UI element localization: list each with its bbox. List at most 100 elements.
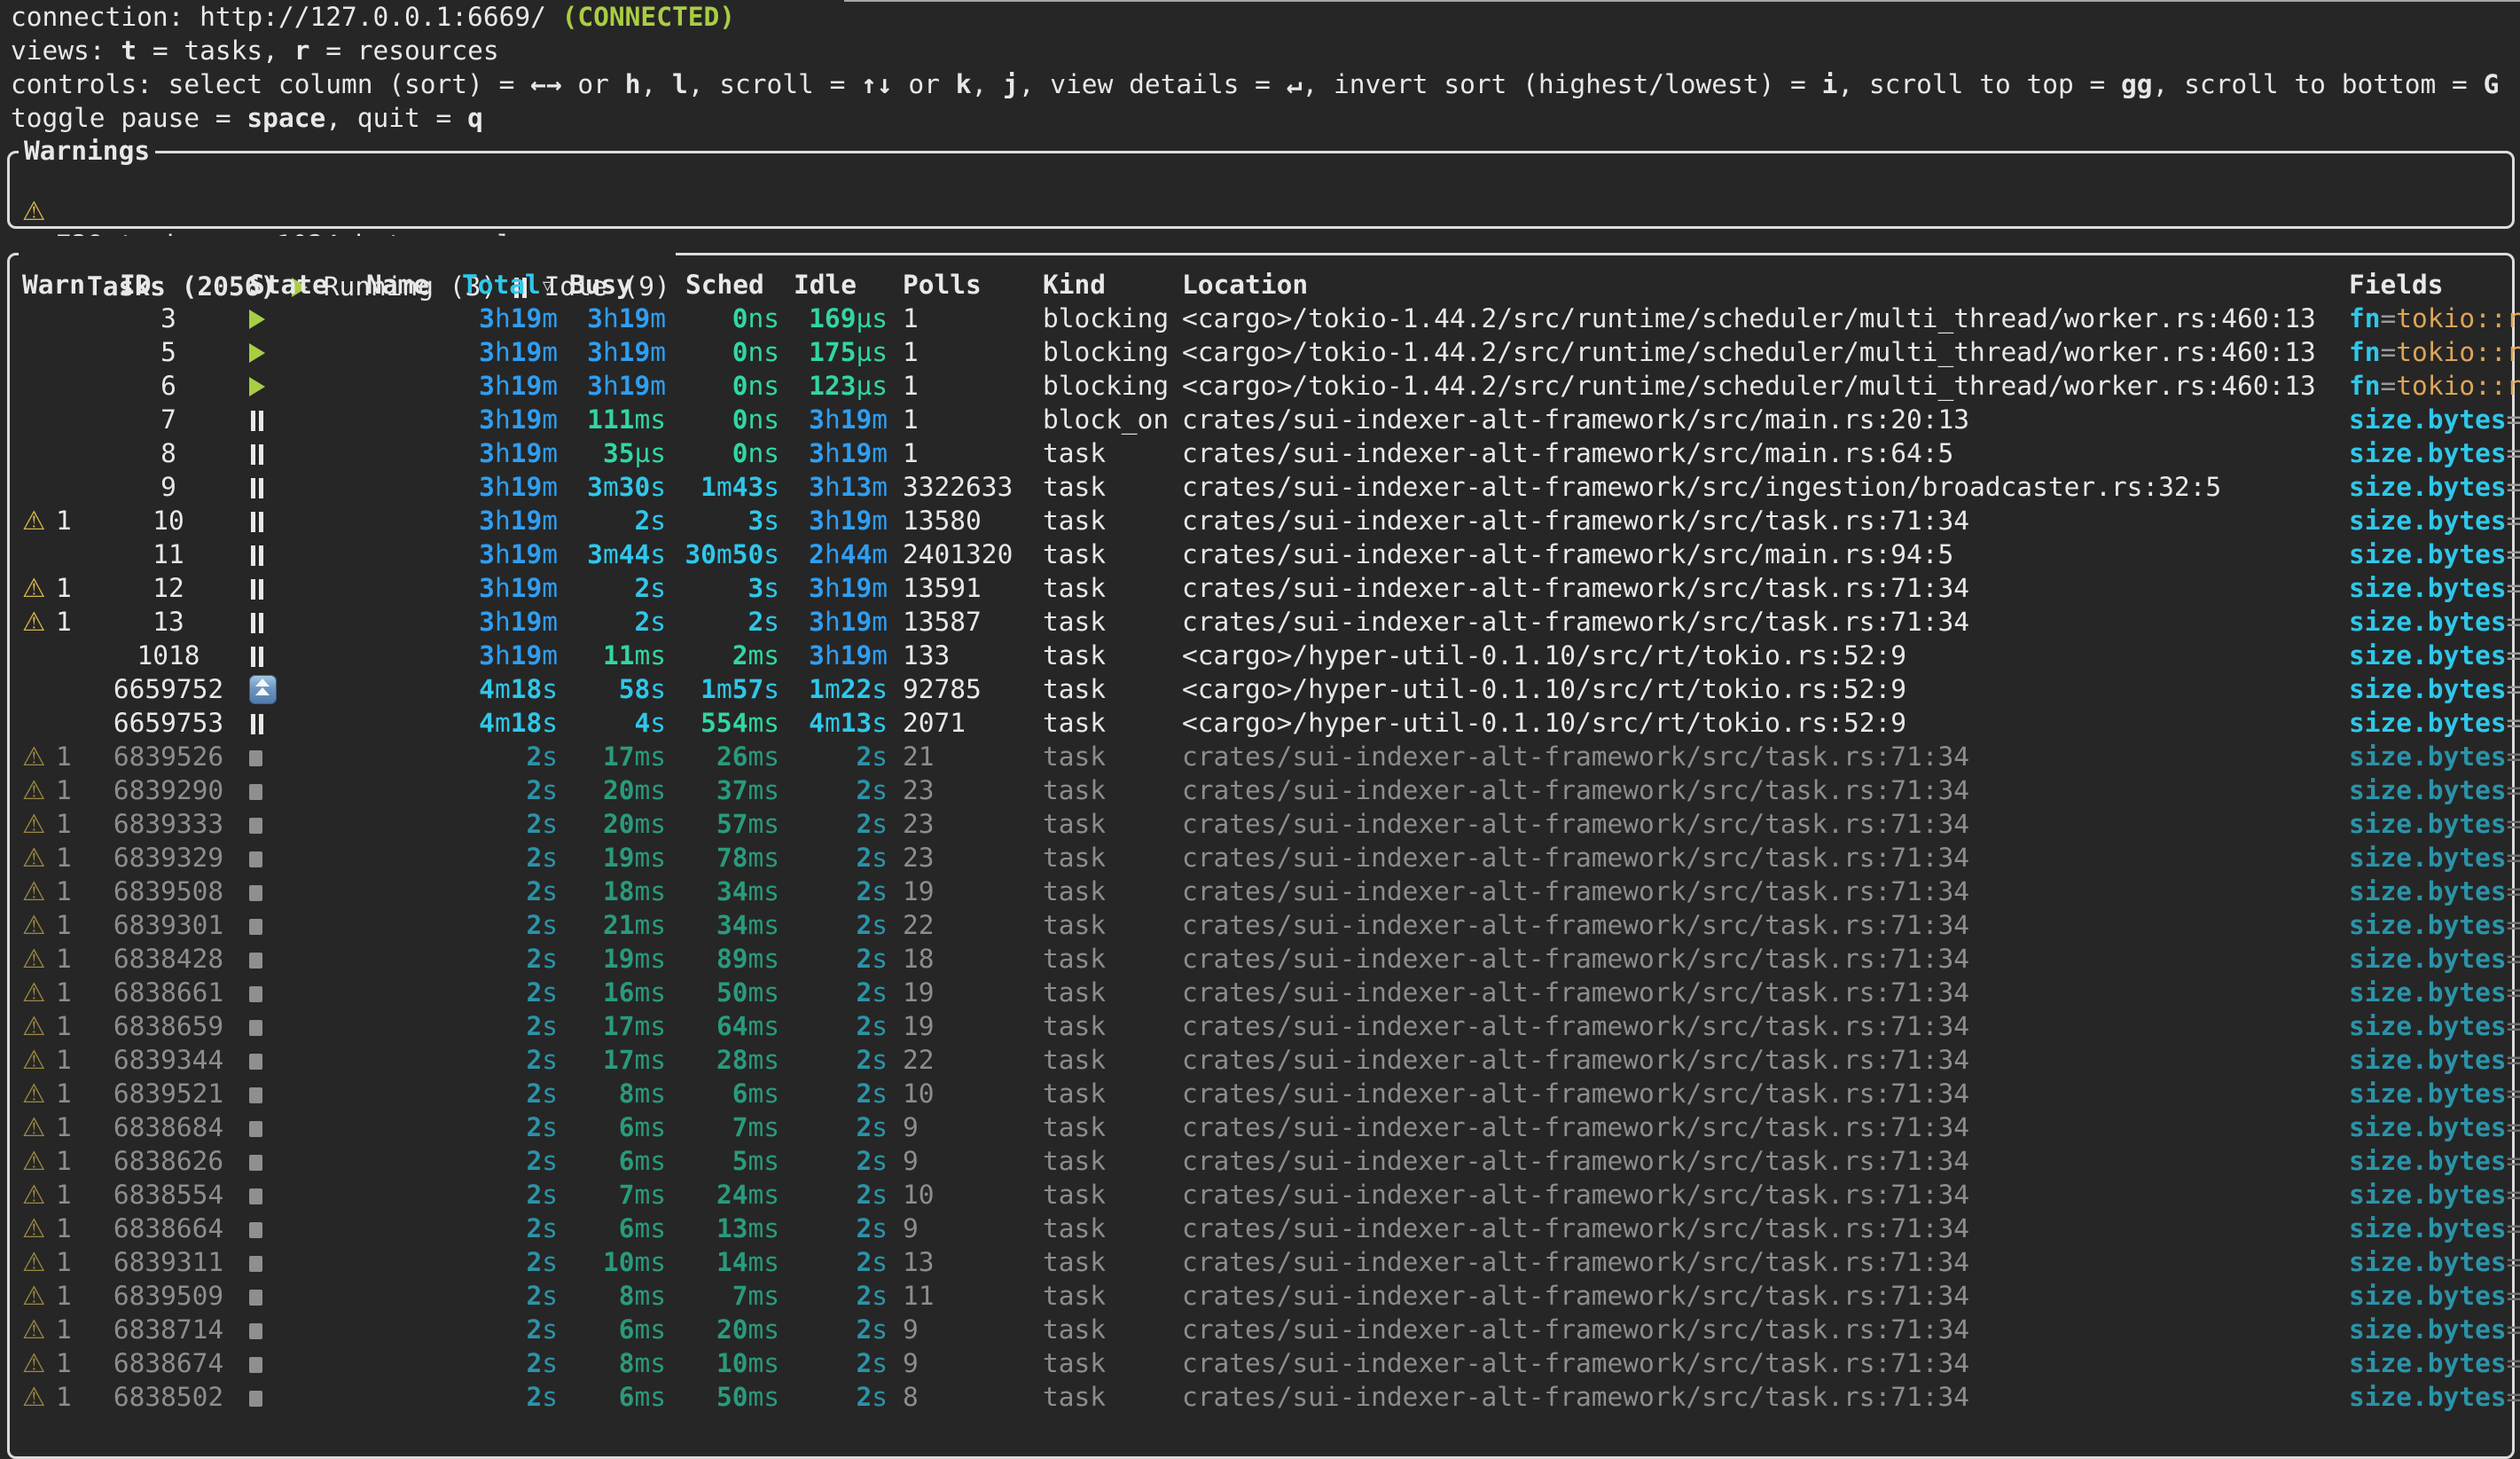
cell-task-id: 10: [104, 504, 233, 537]
task-row[interactable]: 53h19m3h19m0ns175µs1blocking<cargo>/toki…: [10, 335, 2512, 369]
task-row[interactable]: ⚠1133h19m2s2s3h19m13587taskcrates/sui-in…: [10, 605, 2512, 639]
warnings-panel: Warnings ⚠ 738 tasks are 1024 bytes or l…: [7, 151, 2515, 229]
task-row[interactable]: 66597534m18s4s554ms4m13s2071task<cargo>/…: [10, 706, 2512, 740]
task-row[interactable]: ⚠168395092s8ms7ms2s11taskcrates/sui-inde…: [10, 1279, 2512, 1313]
task-row[interactable]: 73h19m111ms0ns3h19m1block_oncrates/sui-i…: [10, 403, 2512, 436]
column-header-id[interactable]: ID: [120, 268, 152, 302]
toggle-pause-line: toggle pause = space, quit = q: [0, 101, 2520, 135]
text-segment: , invert sort (highest/lowest) =: [1302, 69, 1821, 99]
table-rows: 33h19m3h19m0ns169µs1blocking<cargo>/toki…: [10, 302, 2512, 1414]
task-row[interactable]: ⚠168395212s8ms6ms2s10taskcrates/sui-inde…: [10, 1077, 2512, 1110]
cell-task-id: 6839301: [104, 908, 233, 942]
cell-warn-count: 1: [56, 1009, 82, 1043]
task-row[interactable]: ⚠168385542s7ms24ms2s10taskcrates/sui-ind…: [10, 1178, 2512, 1212]
task-state-idle-icon: [249, 403, 302, 436]
task-row[interactable]: ⚠168393332s20ms57ms2s23taskcrates/sui-in…: [10, 807, 2512, 841]
cell-polls: 9: [903, 1313, 919, 1346]
column-header-fields[interactable]: Fields: [2349, 268, 2444, 302]
task-row[interactable]: ⚠168392902s20ms37ms2s23taskcrates/sui-in…: [10, 773, 2512, 807]
cell-fields: size.bytes=: [2349, 1245, 2520, 1279]
cell-warn-count: 1: [56, 1144, 82, 1178]
connection-line: connection: http://127.0.0.1:6669/ (CONN…: [0, 0, 2520, 34]
task-row[interactable]: 93h19m3m30s1m43s3h13m3322633taskcrates/s…: [10, 470, 2512, 504]
cell-task-id: 11: [104, 537, 233, 571]
column-header-location[interactable]: Location: [1182, 268, 1308, 302]
column-header-total[interactable]: Total▿: [462, 268, 552, 303]
cell-kind: task: [1043, 976, 1106, 1009]
cell-location: crates/sui-indexer-alt-framework/src/tas…: [1182, 1245, 1969, 1279]
task-row[interactable]: 10183h19m11ms2ms3h19m133task<cargo>/hype…: [10, 639, 2512, 672]
task-row[interactable]: ⚠168386742s8ms10ms2s9taskcrates/sui-inde…: [10, 1346, 2512, 1380]
text-segment: , quit =: [325, 103, 467, 133]
cell-polls: 19: [903, 1009, 935, 1043]
cell-warn-count: 1: [56, 807, 82, 841]
cell-location: crates/sui-indexer-alt-framework/src/tas…: [1182, 1043, 1969, 1077]
cell-fields: size.bytes=: [2349, 976, 2520, 1009]
cell-fields: size.bytes=: [2349, 1110, 2520, 1144]
warning-icon: ⚠: [22, 1178, 52, 1212]
task-state-done-icon: [249, 1212, 302, 1245]
task-row[interactable]: ⚠168386262s6ms5ms2s9taskcrates/sui-index…: [10, 1144, 2512, 1178]
column-header-sched[interactable]: Sched: [685, 268, 764, 302]
cell-idle: 2s: [701, 1245, 888, 1279]
cell-idle: 2s: [701, 740, 888, 773]
text-segment: gg: [2121, 69, 2153, 99]
task-row[interactable]: ⚠168393012s21ms34ms2s22taskcrates/sui-in…: [10, 908, 2512, 942]
cell-kind: task: [1043, 1077, 1106, 1110]
cell-location: crates/sui-indexer-alt-framework/src/tas…: [1182, 841, 1969, 875]
cell-task-id: 6839311: [104, 1245, 233, 1279]
task-row[interactable]: ⚠168386612s16ms50ms2s19taskcrates/sui-in…: [10, 976, 2512, 1009]
text-segment: toggle pause =: [11, 103, 247, 133]
cell-kind: task: [1043, 1380, 1106, 1414]
column-header-polls[interactable]: Polls: [903, 268, 982, 302]
cell-kind: task: [1043, 1313, 1106, 1346]
task-row[interactable]: ⚠168387142s6ms20ms2s9taskcrates/sui-inde…: [10, 1313, 2512, 1346]
column-header-state[interactable]: State: [249, 268, 328, 302]
task-row[interactable]: ⚠168393112s10ms14ms2s13taskcrates/sui-in…: [10, 1245, 2512, 1279]
warning-icon: ⚠: [22, 1279, 52, 1313]
cell-warn-count: 1: [56, 908, 82, 942]
task-row[interactable]: 33h19m3h19m0ns169µs1blocking<cargo>/toki…: [10, 302, 2512, 335]
cell-location: crates/sui-indexer-alt-framework/src/tas…: [1182, 875, 1969, 908]
column-header-idle[interactable]: Idle: [794, 268, 857, 302]
warning-icon: ⚠: [22, 194, 45, 228]
warning-icon: ⚠: [22, 875, 52, 908]
task-row[interactable]: 66597524m18s58s1m57s1m22s92785task<cargo…: [10, 672, 2512, 706]
cell-task-id: 6838684: [104, 1110, 233, 1144]
cell-polls: 13: [903, 1245, 935, 1279]
column-header-busy[interactable]: Busy: [569, 268, 632, 302]
cell-idle: 175µs: [701, 335, 888, 369]
column-header-kind[interactable]: Kind: [1043, 268, 1106, 302]
column-header-warn[interactable]: Warn: [22, 268, 85, 302]
cell-kind: task: [1043, 672, 1106, 706]
task-row[interactable]: ⚠168384282s19ms89ms2s18taskcrates/sui-in…: [10, 942, 2512, 976]
task-state-done-icon: [249, 875, 302, 908]
cell-polls: 9: [903, 1346, 919, 1380]
task-row[interactable]: ⚠168393442s17ms28ms2s22taskcrates/sui-in…: [10, 1043, 2512, 1077]
cell-kind: task: [1043, 605, 1106, 639]
task-row[interactable]: ⚠168386642s6ms13ms2s9taskcrates/sui-inde…: [10, 1212, 2512, 1245]
task-row[interactable]: ⚠1123h19m2s3s3h19m13591taskcrates/sui-in…: [10, 571, 2512, 605]
task-row[interactable]: 113h19m3m44s30m50s2h44m2401320taskcrates…: [10, 537, 2512, 571]
task-row[interactable]: 63h19m3h19m0ns123µs1blocking<cargo>/toki…: [10, 369, 2512, 403]
warning-icon: ⚠: [22, 976, 52, 1009]
cell-polls: 1: [903, 302, 919, 335]
task-row[interactable]: ⚠168395082s18ms34ms2s19taskcrates/sui-in…: [10, 875, 2512, 908]
cell-task-id: 6838554: [104, 1178, 233, 1212]
task-row[interactable]: ⚠168395262s17ms26ms2s21taskcrates/sui-in…: [10, 740, 2512, 773]
task-row[interactable]: 83h19m35µs0ns3h19m1taskcrates/sui-indexe…: [10, 436, 2512, 470]
task-row[interactable]: ⚠168386842s6ms7ms2s9taskcrates/sui-index…: [10, 1110, 2512, 1144]
task-row[interactable]: ⚠1103h19m2s3s3h19m13580taskcrates/sui-in…: [10, 504, 2512, 537]
cell-location: crates/sui-indexer-alt-framework/src/tas…: [1182, 1144, 1969, 1178]
task-row[interactable]: ⚠168385022s6ms50ms2s8taskcrates/sui-inde…: [10, 1380, 2512, 1414]
task-row[interactable]: ⚠168393292s19ms78ms2s23taskcrates/sui-in…: [10, 841, 2512, 875]
cell-kind: block_on: [1043, 403, 1169, 436]
cell-idle: 2s: [701, 1346, 888, 1380]
cell-task-id: 6838714: [104, 1313, 233, 1346]
cell-idle: 2s: [701, 773, 888, 807]
cell-location: <cargo>/tokio-1.44.2/src/runtime/schedul…: [1182, 369, 2316, 403]
cell-polls: 2071: [903, 706, 966, 740]
cell-location: crates/sui-indexer-alt-framework/src/tas…: [1182, 976, 1969, 1009]
column-header-name[interactable]: Name: [366, 268, 429, 302]
task-row[interactable]: ⚠168386592s17ms64ms2s19taskcrates/sui-in…: [10, 1009, 2512, 1043]
